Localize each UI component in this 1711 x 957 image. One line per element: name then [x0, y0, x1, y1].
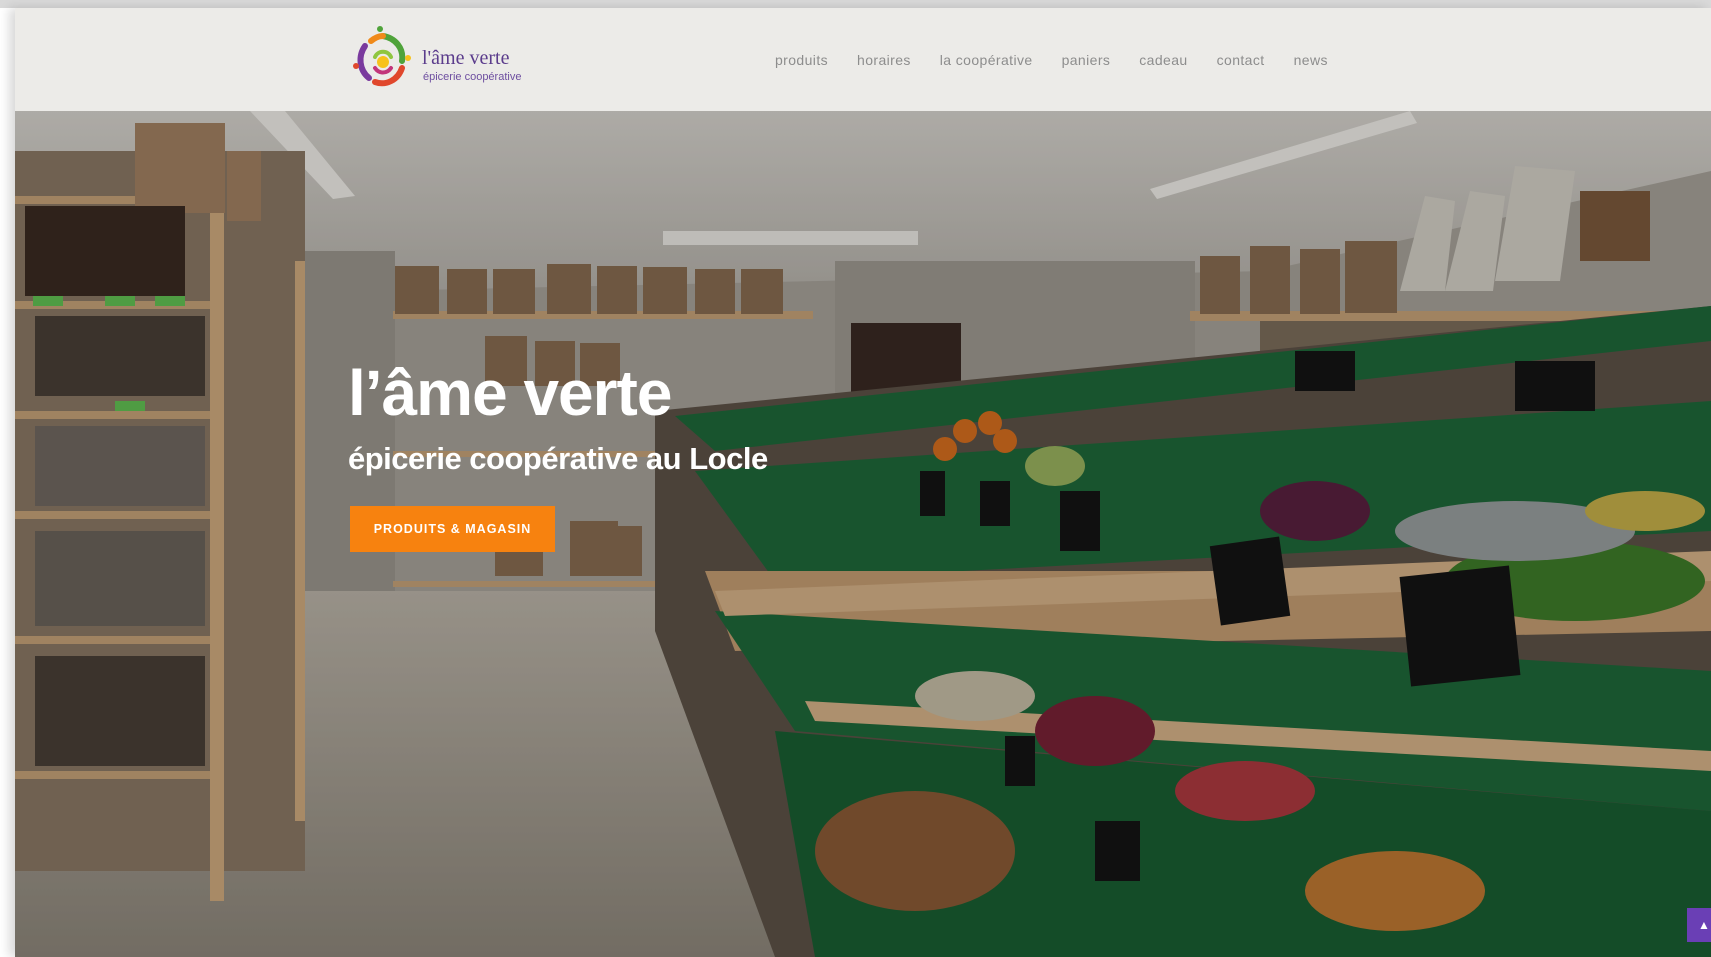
- page-frame: l'âme verte épicerie coopérative produit…: [15, 8, 1711, 957]
- hero-title: l’âme verte: [348, 357, 672, 429]
- nav-item-produits[interactable]: produits: [775, 52, 828, 68]
- site-logo-link[interactable]: l'âme verte épicerie coopérative: [350, 24, 550, 94]
- hero-section: l’âme verte épicerie coopérative au Locl…: [15, 111, 1711, 957]
- brand-tagline: épicerie coopérative: [423, 71, 522, 83]
- browser-top-strip: [0, 0, 1711, 8]
- produits-magasin-button[interactable]: PRODUITS & MAGASIN: [350, 506, 555, 552]
- hero-subtitle: épicerie coopérative au Locle: [348, 441, 768, 476]
- chevron-up-icon: ▲: [1698, 918, 1710, 932]
- swirl-logo-icon: [353, 26, 411, 87]
- nav-item-contact[interactable]: contact: [1217, 52, 1265, 68]
- main-nav: produits horaires la coopérative paniers…: [775, 8, 1357, 111]
- hero-background-image: [15, 111, 1711, 957]
- nav-item-news[interactable]: news: [1294, 52, 1328, 68]
- site-header: l'âme verte épicerie coopérative produit…: [15, 8, 1711, 111]
- nav-item-cadeau[interactable]: cadeau: [1139, 52, 1187, 68]
- nav-item-la-cooperative[interactable]: la coopérative: [940, 52, 1033, 68]
- scroll-to-top-button[interactable]: ▲: [1687, 908, 1711, 942]
- nav-item-paniers[interactable]: paniers: [1062, 52, 1111, 68]
- brand-name: l'âme verte: [422, 47, 510, 69]
- nav-item-horaires[interactable]: horaires: [857, 52, 911, 68]
